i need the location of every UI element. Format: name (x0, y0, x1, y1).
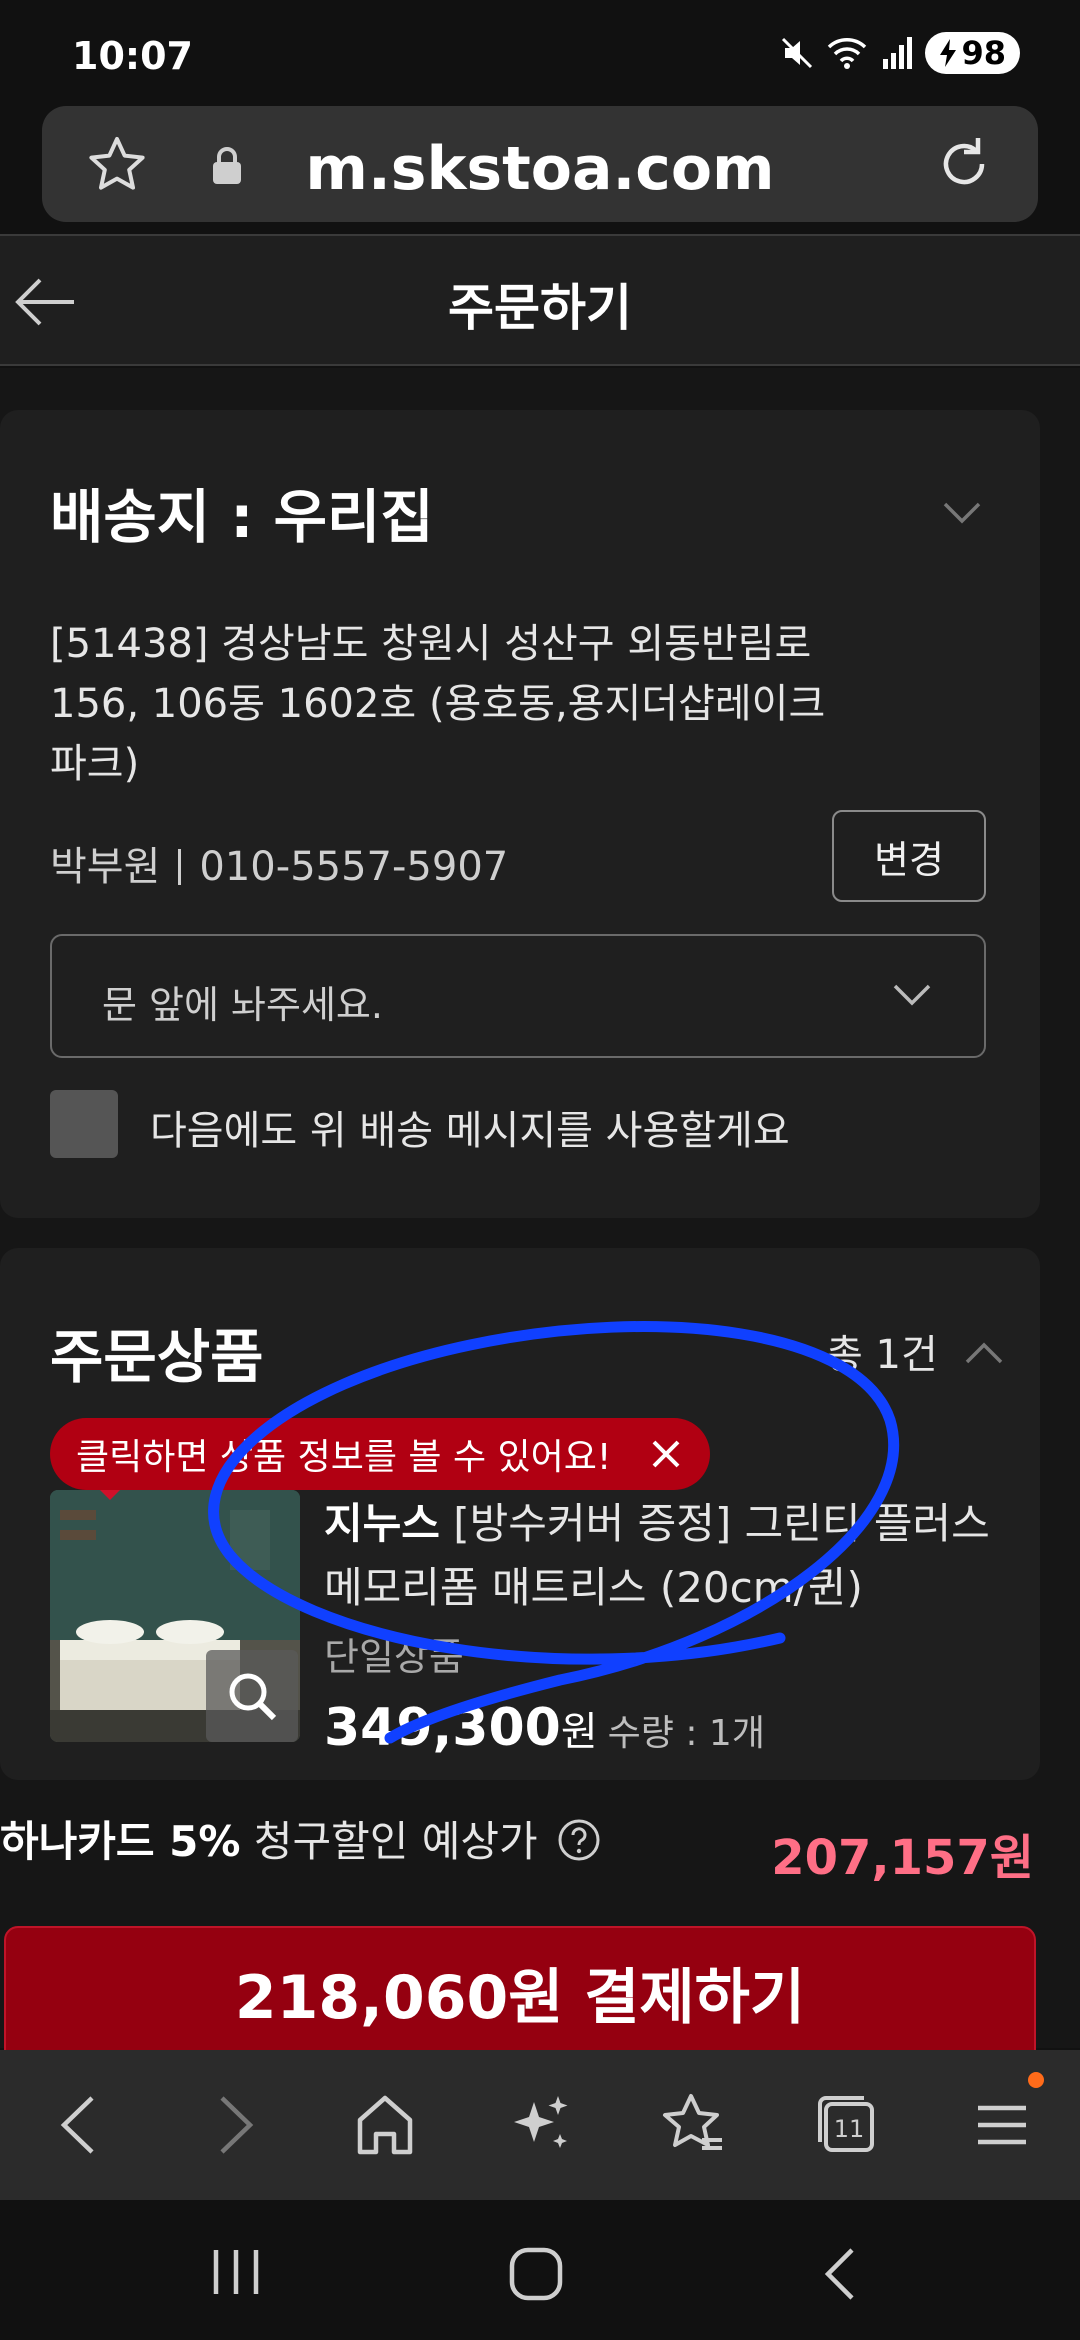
menu-icon[interactable] (972, 2090, 1032, 2160)
reload-icon[interactable] (932, 132, 996, 196)
product-info-tooltip: 클릭하면 상품 정보를 볼 수 있어요! (50, 1418, 710, 1490)
tooltip-text: 클릭하면 상품 정보를 볼 수 있어요! (76, 1437, 612, 1478)
status-icons: 98 (779, 32, 1020, 74)
change-address-button[interactable]: 변경 (832, 810, 986, 902)
card-discount-label: 청구할인 예상가 (253, 1817, 538, 1866)
product-brand: 지누스 (324, 1499, 440, 1548)
recipient-info: 박부원 010-5557-5907 (50, 834, 508, 892)
battery-charging-icon (940, 39, 957, 67)
page-title: 주문하기 (448, 279, 632, 337)
status-time: 10:07 (72, 34, 193, 78)
price-unit: 원 (560, 1709, 598, 1755)
product-price: 349,300원 수량 : 1개 (324, 1698, 765, 1758)
order-count[interactable]: 총 1건 (826, 1322, 1004, 1380)
magnifier-icon (229, 1673, 277, 1721)
recent-apps-icon[interactable] (206, 2246, 266, 2298)
recipient-phone: 010-5557-5907 (199, 844, 509, 890)
product-name[interactable]: 지누스 [방수커버 증정] 그린티 플러스 메모리폼 매트리스 (20cm/퀸) (324, 1492, 1004, 1620)
browser-back-icon[interactable] (52, 2090, 108, 2160)
separator (178, 849, 182, 885)
product-quantity: 수량 : 1개 (607, 1713, 765, 1754)
delivery-message-value: 문 앞에 놔주세요. (102, 983, 383, 1027)
page-header: 주문하기 (0, 236, 1080, 366)
battery-indicator: 98 (925, 32, 1020, 74)
battery-level: 98 (961, 34, 1006, 72)
pay-button[interactable]: 218,060원 결제하기 (4, 1926, 1036, 2058)
home-button-icon[interactable] (508, 2246, 564, 2302)
signal-icon (883, 37, 913, 69)
card-discount-row: 하나카드 5% 청구할인 예상가 (0, 1808, 601, 1869)
help-icon[interactable] (557, 1818, 601, 1862)
home-icon[interactable] (352, 2090, 418, 2160)
notification-dot (1028, 2072, 1044, 2088)
address-bar[interactable]: m.skstoa.com (42, 106, 1038, 222)
card-discount-price: 207,157원 (771, 1830, 1034, 1886)
status-bar: 10:07 98 (0, 0, 1080, 110)
remember-message-label[interactable]: 다음에도 위 배송 메시지를 사용할게요 (150, 1098, 790, 1156)
chevron-up-icon[interactable] (964, 1340, 1004, 1366)
browser-forward-icon[interactable] (206, 2090, 262, 2160)
delivery-title: 배송지 : 우리집 (50, 483, 434, 551)
order-title: 주문상품 (50, 1323, 264, 1391)
svg-text:11: 11 (834, 2115, 865, 2143)
remember-message-checkbox[interactable] (50, 1090, 118, 1158)
browser-toolbar: 11 (0, 2050, 1080, 2200)
system-navigation-bar (0, 2200, 1080, 2340)
url-text[interactable]: m.skstoa.com (42, 134, 1038, 204)
delivery-address: [51438] 경상남도 창원시 성산구 외동반림로 156, 106동 160… (50, 621, 826, 787)
mute-icon (782, 37, 813, 69)
bookmarks-star-icon[interactable] (658, 2090, 728, 2160)
tabs-icon[interactable]: 11 (812, 2090, 882, 2160)
price-value: 349,300 (324, 1698, 561, 1758)
sparkle-icon[interactable] (506, 2090, 576, 2160)
order-count-text: 총 1건 (826, 1332, 938, 1378)
wifi-icon (828, 38, 867, 69)
zoom-button[interactable] (206, 1650, 298, 1742)
chevron-down-icon[interactable] (942, 500, 982, 526)
system-back-icon[interactable] (816, 2246, 866, 2302)
delivery-message-select[interactable]: 문 앞에 놔주세요. (50, 934, 986, 1058)
card-discount-card: 하나카드 5% (0, 1817, 241, 1866)
chevron-down-icon (893, 984, 931, 1006)
product-type: 단일상품 (324, 1635, 464, 1679)
recipient-name: 박부원 (50, 844, 161, 890)
close-icon[interactable] (646, 1434, 686, 1474)
